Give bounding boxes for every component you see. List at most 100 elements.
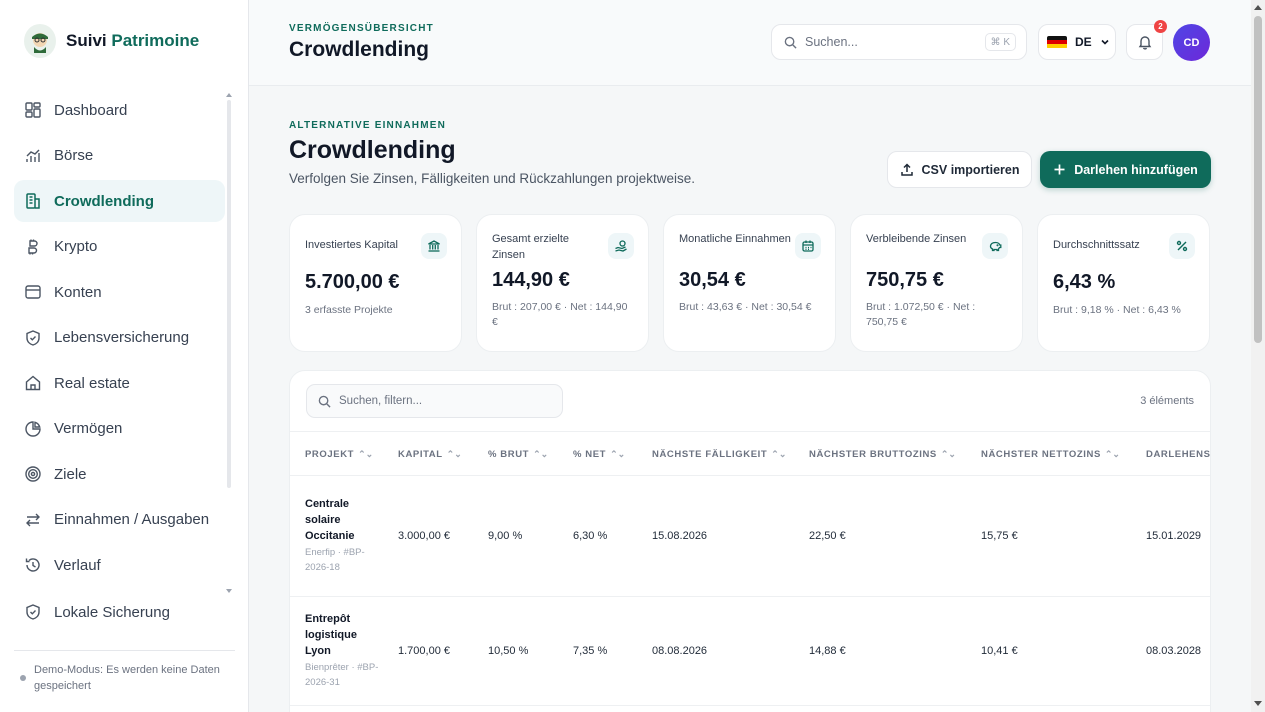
kpi-value: 144,90 € — [492, 269, 570, 291]
chevron-down-icon — [1101, 39, 1109, 45]
sidebar-item-label: Verlauf — [54, 556, 101, 574]
cell-loan-end: 08.03.2028 — [1146, 645, 1202, 657]
column-header-next-gross-interest[interactable]: NÄCHSTER BRUTTOZINS ⌃⌄ — [809, 449, 956, 460]
add-loan-label: Darlehen hinzufügen — [1074, 162, 1198, 177]
sort-icon: ⌃⌄ — [940, 449, 956, 459]
csv-import-label: CSV importieren — [921, 162, 1020, 177]
project-name: Centrale solaire Occitanie — [305, 498, 355, 542]
brand-name: Suivi Patrimoine — [66, 31, 199, 51]
kpi-label: Monatliche Einnahmen — [679, 233, 791, 245]
sidebar-item-label: Ziele — [54, 465, 87, 483]
sidebar-item-lokale-sicherung[interactable]: Lokale Sicherung — [14, 591, 225, 633]
coins-hand-icon — [608, 233, 634, 259]
project-meta: Enerfip · #BP-2026-18 — [305, 547, 365, 573]
kpi-card-invested-capital: Investiertes Kapital 5.700,00 € 3 erfass… — [289, 214, 462, 352]
cell-net: 6,30 % — [573, 530, 608, 542]
table-row[interactable]: Centrale solaire Occitanie Enerfip · #BP… — [290, 476, 1210, 597]
sidebar-item-vermoegen[interactable]: Vermögen — [14, 408, 225, 450]
brand[interactable]: Suivi Patrimoine — [24, 24, 199, 58]
scroll-up-arrow[interactable] — [1254, 5, 1262, 10]
kpi-card-average-rate: Durchschnittssatz 6,43 % Brut : 9,18 % ·… — [1037, 214, 1210, 352]
sidebar-item-label: Dashboard — [54, 101, 128, 119]
notifications-button[interactable]: 2 — [1126, 20, 1167, 60]
cell-kapital: 1.700,00 € — [398, 645, 450, 657]
sidebar-item-label: Lokale Sicherung — [54, 603, 170, 621]
sidebar-item-boerse[interactable]: Börse — [14, 135, 225, 177]
sidebar-scroll-down-arrow[interactable] — [226, 589, 232, 593]
sidebar-item-konten[interactable]: Konten — [14, 271, 225, 313]
german-flag-icon — [1047, 35, 1067, 49]
global-search[interactable]: ⌘ K — [771, 24, 1027, 60]
kpi-note: Brut : 1.072,50 € · Net : 750,75 € — [866, 301, 976, 328]
column-header-label: PROJEKT — [305, 449, 355, 460]
sidebar-item-crowdlending[interactable]: Crowdlending — [14, 180, 225, 222]
csv-import-button[interactable]: CSV importieren — [887, 151, 1032, 188]
search-icon — [318, 395, 331, 408]
sidebar-item-dashboard[interactable]: Dashboard — [14, 89, 225, 131]
table-item-count: 3 éléments — [1140, 395, 1194, 407]
kpi-label: Gesamt erzielte Zinsen — [492, 233, 570, 261]
home-icon — [25, 375, 41, 391]
bank-icon — [421, 233, 447, 259]
sidebar-divider — [14, 650, 235, 651]
sidebar-item-lebensversicherung[interactable]: Lebensversicherung — [14, 317, 225, 359]
project-name: Entrepôt logistique Lyon — [305, 613, 357, 657]
table-filter[interactable] — [306, 384, 563, 418]
target-icon — [25, 466, 41, 482]
column-header-projekt[interactable]: PROJEKT ⌃⌄ — [305, 449, 373, 460]
scrollbar-thumb[interactable] — [1254, 16, 1262, 343]
table-filter-input[interactable] — [339, 395, 539, 407]
demo-mode-note: Demo-Modus: Es werden keine Daten gespei… — [20, 662, 220, 694]
kpi-value: 6,43 % — [1053, 271, 1116, 293]
project-meta: Bienprêter · #BP-2026-31 — [305, 662, 379, 688]
kpi-value: 30,54 € — [679, 269, 746, 291]
sidebar-scroll-up-arrow[interactable] — [226, 93, 232, 97]
chart-bars-icon — [26, 149, 40, 162]
sidebar-item-real-estate[interactable]: Real estate — [14, 362, 225, 404]
sidebar-item-verlauf[interactable]: Verlauf — [14, 544, 225, 586]
column-header-brut[interactable]: % BRUT ⌃⌄ — [488, 449, 548, 460]
cell-next-gross-interest: 14,88 € — [809, 645, 846, 657]
kpi-note: 3 erfasste Projekte — [305, 304, 393, 316]
sidebar-item-label: Einnahmen / Ausgaben — [54, 511, 210, 528]
sidebar-nav: Dashboard Börse Crowdlending Krypto Kont… — [14, 89, 225, 637]
brand-name-part-1: Suivi — [66, 31, 107, 50]
cell-next-due: 15.08.2026 — [652, 530, 708, 542]
history-icon — [25, 558, 40, 572]
sort-icon: ⌃⌄ — [771, 449, 787, 459]
plus-icon — [1054, 164, 1065, 175]
column-header-kapital[interactable]: KAPITAL ⌃⌄ — [398, 449, 462, 460]
cell-next-net-interest: 10,41 € — [981, 645, 1018, 657]
global-search-input[interactable] — [805, 35, 975, 49]
sidebar-item-label: Vermögen — [54, 420, 123, 437]
column-header-label: % NET — [573, 449, 607, 460]
scroll-down-arrow[interactable] — [1254, 701, 1262, 706]
kpi-label: Durchschnittssatz — [1053, 239, 1140, 251]
arrows-exchange-icon — [26, 513, 40, 526]
column-header-label: NÄCHSTER BRUTTOZINS — [809, 449, 937, 460]
header-eyebrow: VERMÖGENSÜBERSICHT — [289, 23, 434, 34]
sidebar-item-ziele[interactable]: Ziele — [14, 453, 225, 495]
table-row[interactable]: Entrepôt logistique Lyon Bienprêter · #B… — [290, 597, 1210, 706]
kpi-note: Brut : 9,18 % · Net : 6,43 % — [1053, 304, 1181, 316]
user-avatar[interactable]: CD — [1173, 24, 1210, 61]
kpi-value: 750,75 € — [866, 269, 944, 291]
cell-loan-end: 15.01.2029 — [1146, 530, 1202, 542]
bell-icon — [1138, 36, 1151, 50]
upload-icon — [900, 162, 913, 176]
column-header-next-net-interest[interactable]: NÄCHSTER NETTOZINS ⌃⌄ — [981, 449, 1120, 460]
sidebar-item-einnahmen-ausgaben[interactable]: Einnahmen / Ausgaben — [14, 499, 225, 541]
column-header-net[interactable]: % NET ⌃⌄ — [573, 449, 625, 460]
header-title: Crowdlending — [289, 38, 429, 61]
sidebar-item-krypto[interactable]: Krypto — [14, 226, 225, 268]
column-header-next-due[interactable]: NÄCHSTE FÄLLIGKEIT ⌃⌄ — [652, 449, 786, 460]
building-icon — [26, 193, 40, 209]
column-header-loan-end[interactable]: DARLEHENSI — [1146, 449, 1210, 460]
search-icon — [784, 36, 797, 49]
sidebar-scrollbar[interactable] — [227, 100, 231, 488]
window-scrollbar[interactable] — [1251, 0, 1265, 712]
brand-logo-icon — [24, 24, 56, 58]
sidebar-item-label: Krypto — [54, 238, 98, 255]
add-loan-button[interactable]: Darlehen hinzufügen — [1040, 151, 1211, 188]
language-selector[interactable]: DE — [1038, 24, 1116, 60]
